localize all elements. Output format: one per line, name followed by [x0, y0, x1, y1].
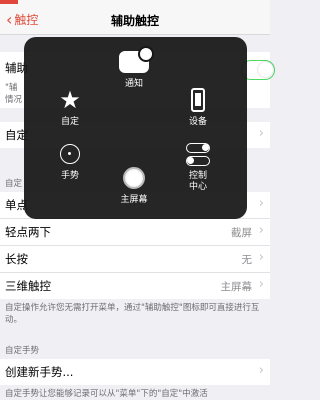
3d-touch-row[interactable]: 三维触控 主屏幕 ›: [0, 273, 270, 299]
page-title: 辅助触控: [110, 14, 159, 28]
long-press-row[interactable]: 长按 无 ›: [0, 246, 270, 273]
chevron-right-icon: ›: [258, 250, 264, 265]
custom-actions-footer: 自定操作允许您无需打开菜单，通过"辅助触控"图标即可直接进行互动。: [5, 303, 260, 325]
chevron-right-icon: ›: [258, 126, 264, 141]
menu-custom[interactable]: ★ 自定: [40, 83, 100, 128]
double-tap-label: 轻点两下: [5, 225, 51, 239]
custom-actions-header: 自定: [5, 179, 23, 189]
assistive-touch-menu: 通知 ★ 自定 设备 手势 主屏幕 控制 中心: [24, 37, 247, 219]
menu-notification[interactable]: 通知: [104, 45, 164, 90]
recording-indicator: [0, 0, 18, 4]
menu-home-screen[interactable]: 主屏幕: [104, 161, 164, 206]
double-tap-value: 截屏: [231, 227, 252, 239]
menu-gestures[interactable]: 手势: [40, 137, 100, 182]
toggle-knob: [258, 62, 273, 77]
notification-icon: [119, 46, 154, 73]
control-center-icon: [186, 142, 210, 166]
menu-device-label: 设备: [188, 117, 207, 127]
menu-custom-label: 自定: [60, 117, 79, 127]
custom-gestures-header: 自定手势: [5, 346, 40, 356]
menu-control-center[interactable]: 控制 中心: [168, 137, 228, 193]
menu-notification-label: 通知: [124, 79, 143, 89]
chevron-right-icon: ›: [258, 277, 264, 292]
gesture-icon: [60, 144, 80, 164]
home-button-icon: [123, 167, 145, 189]
chevron-right-icon: ›: [258, 196, 264, 211]
long-press-label: 长按: [5, 252, 28, 266]
phone-icon: [191, 88, 205, 112]
3d-touch-value: 主屏幕: [220, 281, 253, 293]
assistive-touch-description: "辅 情况: [5, 82, 22, 106]
3d-touch-label: 三维触控: [5, 279, 51, 293]
menu-device[interactable]: 设备: [168, 83, 228, 128]
star-icon: ★: [59, 86, 81, 114]
long-press-value: 无: [241, 254, 253, 266]
chevron-right-icon: ›: [258, 223, 264, 238]
menu-home-screen-label: 主屏幕: [120, 195, 148, 205]
double-tap-row[interactable]: 轻点两下 截屏 ›: [0, 219, 270, 246]
menu-control-center-label: 控制 中心: [188, 171, 207, 192]
navigation-bar: ‹ 触控 辅助触控: [0, 6, 270, 35]
create-gesture-label: 创建新手势...: [5, 365, 74, 379]
menu-gestures-label: 手势: [60, 171, 79, 181]
description-line-2: 情况: [5, 95, 23, 105]
chevron-right-icon: ›: [258, 363, 264, 378]
custom-gestures-group: 创建新手势... ›: [0, 359, 270, 385]
custom-gestures-footer: 自定手势让您能够记录可以从"菜单"下的"自定"中激活: [5, 389, 208, 399]
description-line-1: "辅: [5, 83, 18, 93]
create-gesture-row[interactable]: 创建新手势... ›: [0, 359, 270, 385]
